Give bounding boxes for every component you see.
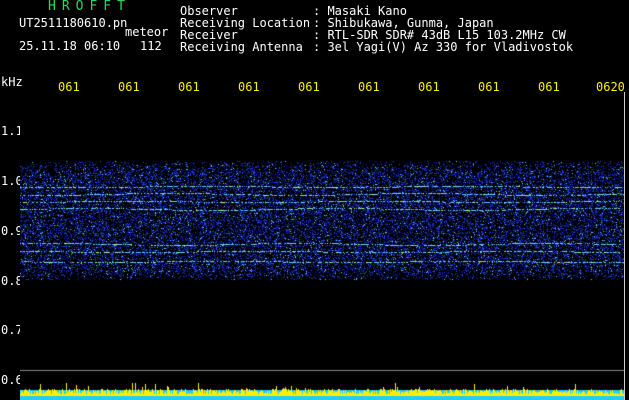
x-tick: 061: [238, 80, 260, 94]
y-axis-unit: kHz: [1, 75, 23, 89]
antenna-value: : 3el Yagi(V) Az 330 for Vladivostok: [313, 40, 574, 54]
x-tick: 061: [478, 80, 500, 94]
x-tick: 061: [178, 80, 200, 94]
meteor-label: meteor: [125, 25, 169, 39]
x-tick: 061: [58, 80, 80, 94]
x-tick: 061: [418, 80, 440, 94]
x-tick: 061: [298, 80, 320, 94]
meteor-count: 112: [140, 39, 162, 53]
spectrogram: [20, 96, 624, 400]
x-tick: 061: [118, 80, 140, 94]
x-tick: 061: [358, 80, 380, 94]
antenna-label: Receiving Antenna: [180, 40, 303, 54]
app-title: HROFFT: [48, 0, 131, 14]
date-time: 25.11.18 06:10: [19, 39, 121, 53]
x-tick: 061: [538, 80, 560, 94]
x-tick: 0620: [596, 80, 625, 94]
plot-border: [624, 92, 625, 400]
file-name: UT2511180610.pn: [19, 16, 128, 30]
